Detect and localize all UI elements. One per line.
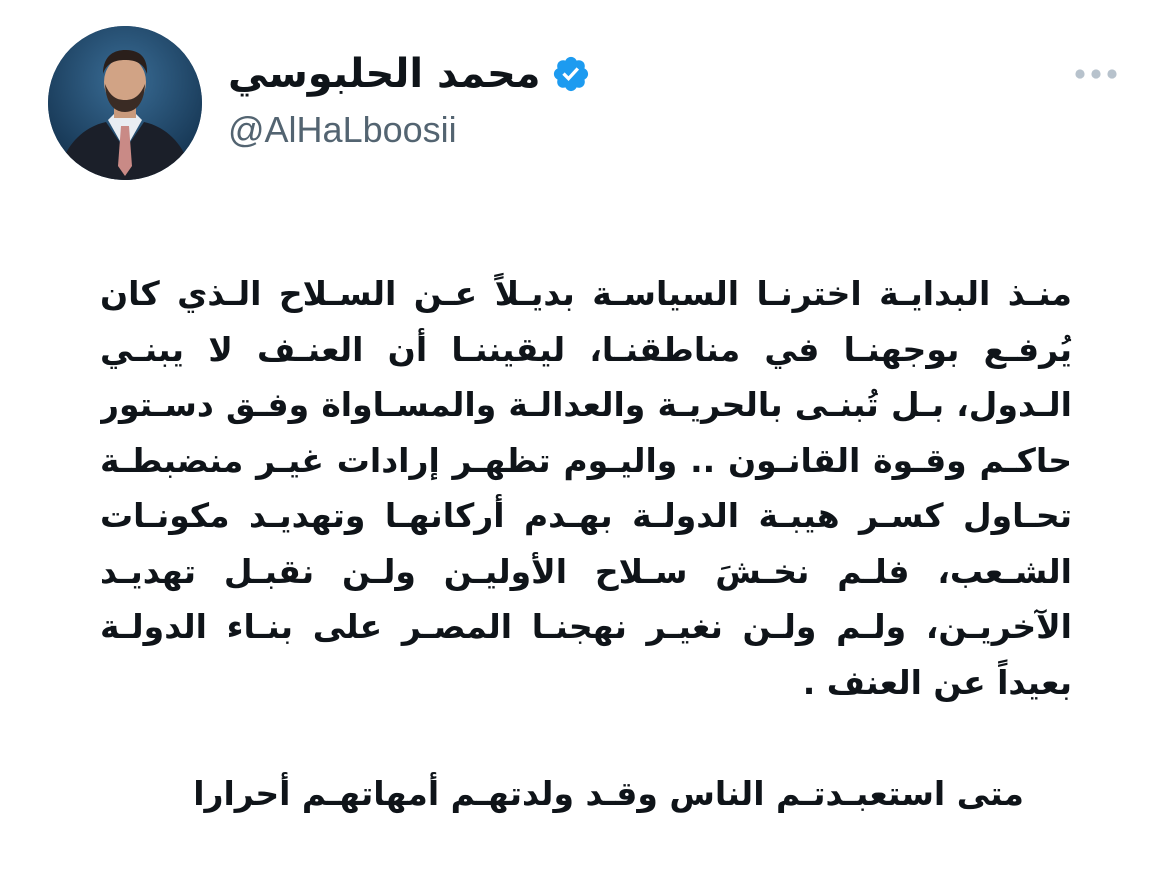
more-options-button[interactable] [1066, 56, 1126, 92]
tweet-line: تحـاول كسـر هيبـة الدولـة بهـدم أركانهـا… [100, 496, 1072, 535]
author-name-row[interactable]: محمد الحلبوسي [228, 46, 591, 102]
tweet-line: الـدول، بـل تُبنـى بالحريـة والعدالـة وا… [100, 385, 1072, 424]
verified-badge-icon [553, 56, 588, 92]
tweet-line: الشـعب، فلـم نخـشَ سـلاح الأوليـن ولـن ن… [100, 551, 1072, 591]
more-horizontal-icon [1075, 69, 1117, 79]
tweet-line: الآخريـن، ولـم ولـن نغيـر نهجنـا المصـر … [100, 607, 1072, 646]
author-display-name[interactable]: محمد الحلبوسي [228, 46, 541, 102]
tweet-line: يُرفـع بوجهنـا في مناطقنـا، ليقيننـا أن … [100, 329, 1072, 369]
tweet-text: منـذ البدايـة اخترنـا السياسـة بديـلاً ع… [100, 266, 1072, 710]
profile-avatar[interactable] [48, 26, 202, 180]
tweet-line: منـذ البدايـة اخترنـا السياسـة بديـلاً ع… [100, 274, 1072, 313]
tweet-line: بعيداً عن العنف . [802, 662, 1072, 702]
tweet-line: حاكـم وقـوة القانـون .. واليـوم تظهـر إر… [100, 440, 1072, 480]
tweet-closing-line: متى استعبـدتـم الناس وقـد ولدتهـم أمهاته… [193, 774, 1024, 813]
profile-photo [48, 26, 202, 180]
author-handle[interactable]: @AlHaLboosii [228, 106, 457, 154]
